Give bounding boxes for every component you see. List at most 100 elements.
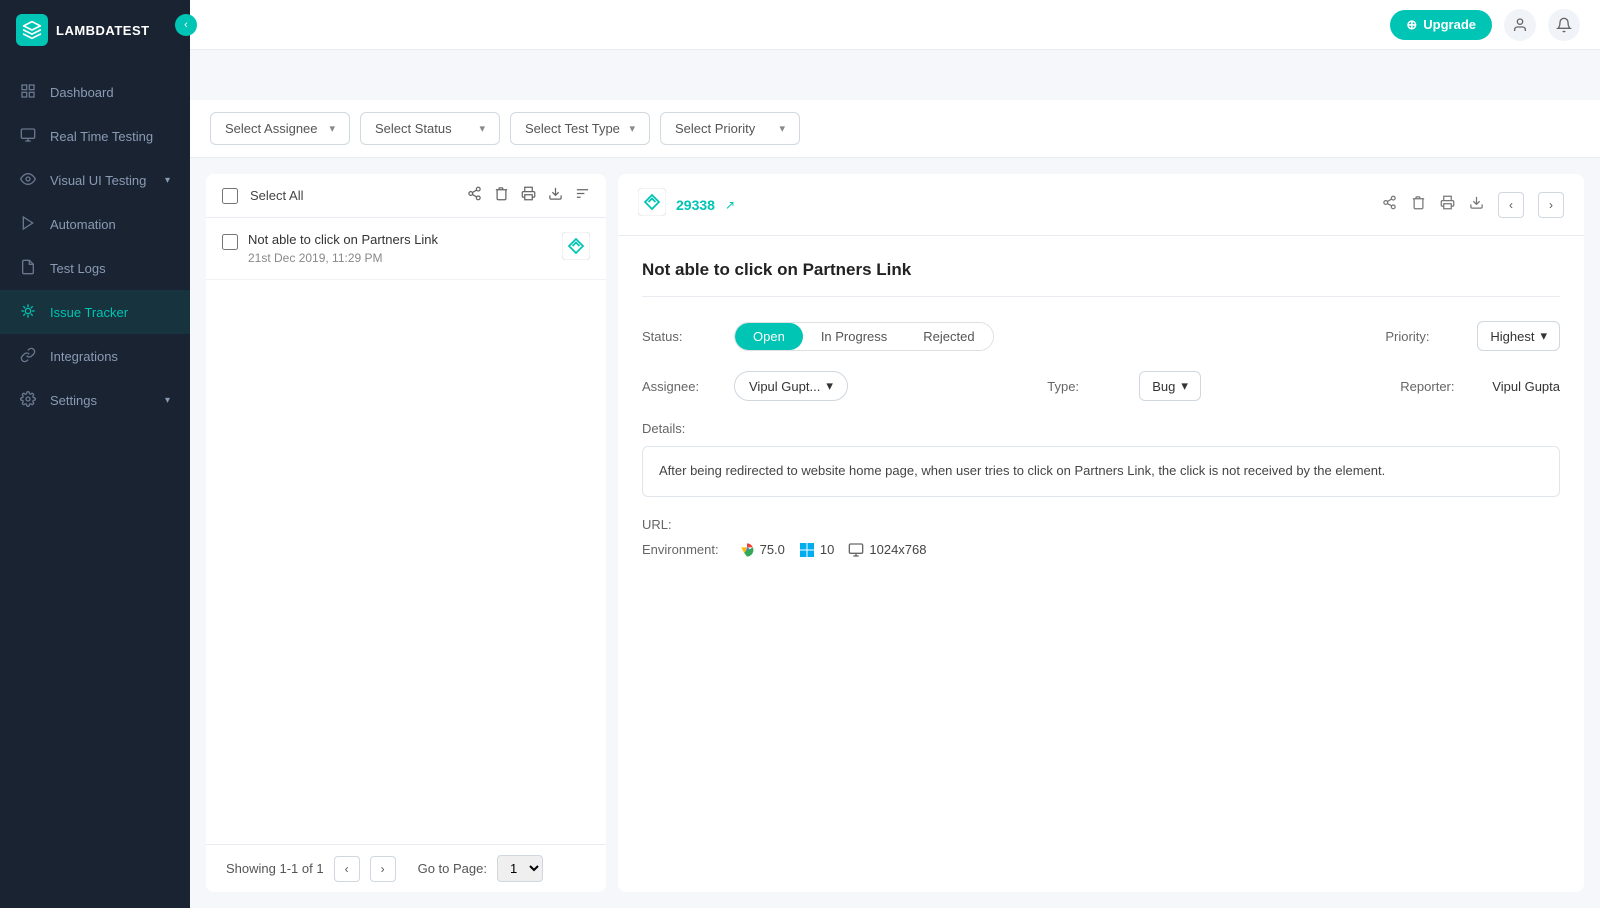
detail-body: Not able to click on Partners Link Statu… [618,236,1584,892]
type-chevron-icon: ▾ [1181,378,1188,394]
sidebar-nav: Dashboard Real Time Testing Visual UI Te… [0,60,190,908]
logo-icon [16,14,48,46]
list-toolbar: Select All [206,174,606,218]
external-link-icon[interactable]: ↗ [725,198,735,212]
priority-chevron-icon: ▾ [1540,328,1547,344]
filter-bar: Select Assignee ▾ Select Status ▾ Select… [190,100,1600,158]
chevron-down-icon-settings: ▾ [165,395,170,406]
sidebar-item-test-logs[interactable]: Test Logs [0,246,190,290]
browser-version: 75.0 [760,542,785,557]
resolution: 1024x768 [869,542,926,557]
detail-logo [638,188,666,221]
assignee-filter-label: Select Assignee [225,121,318,136]
browser-env: 75.0 [739,542,785,558]
logo-text: LAMBDATEST [56,23,150,38]
detail-prev-button[interactable]: ‹ [1498,192,1524,218]
select-all-checkbox[interactable] [222,188,238,204]
sidebar-item-label-settings: Settings [50,393,153,408]
priority-filter[interactable]: Select Priority ▾ [660,112,800,145]
share-icon[interactable] [467,186,482,205]
detail-share-icon[interactable] [1382,195,1397,214]
page-select[interactable]: 1 [497,855,543,882]
item-title: Not able to click on Partners Link [248,232,552,247]
assignee-label: Assignee: [642,379,722,394]
sidebar-item-realtime[interactable]: Real Time Testing [0,114,190,158]
page-content: Select Assignee ▾ Select Status ▾ Select… [190,100,1600,908]
reporter-value: Vipul Gupta [1492,379,1560,394]
sidebar-item-label-integrations: Integrations [50,349,170,364]
status-inprogress-button[interactable]: In Progress [803,323,905,350]
assignee-filter[interactable]: Select Assignee ▾ [210,112,350,145]
notification-icon[interactable] [1548,9,1580,41]
sidebar-item-visual-ui[interactable]: Visual UI Testing ▾ [0,158,190,202]
chrome-icon [739,542,755,558]
grid-icon [20,83,38,101]
detail-id: 29338 [676,197,715,213]
detail-issue-title: Not able to click on Partners Link [642,260,1560,297]
list-item[interactable]: Not able to click on Partners Link 21st … [206,218,606,280]
status-rejected-button[interactable]: Rejected [905,323,992,350]
resolution-env: 1024x768 [848,542,926,558]
detail-header-actions: ‹ › [1382,192,1564,218]
issue-detail-panel: 29338 ↗ [618,174,1584,892]
sidebar: LAMBDATEST ‹ Dashboard Real Time Testing [0,0,190,908]
goto-label: Go to Page: [418,861,487,876]
environment-label: Environment: [642,542,719,557]
sidebar-item-dashboard[interactable]: Dashboard [0,70,190,114]
item-checkbox[interactable] [222,234,238,250]
top-header: ⊕ Upgrade [190,0,1600,50]
assignee-type-row: Assignee: Vipul Gupt... ▾ Type: Bug ▾ Re… [642,371,1560,401]
chevron-down-icon: ▾ [165,175,170,186]
play-icon [20,215,38,233]
status-buttons: Open In Progress Rejected [734,322,994,351]
priority-value: Highest [1490,329,1534,344]
toolbar-actions [467,186,590,205]
upgrade-icon: ⊕ [1406,17,1417,33]
sidebar-item-label-test-logs: Test Logs [50,261,170,276]
detail-delete-icon[interactable] [1411,195,1426,214]
user-avatar[interactable] [1504,9,1536,41]
prev-page-button[interactable]: ‹ [334,856,360,882]
sidebar-item-integrations[interactable]: Integrations [0,334,190,378]
priority-chevron-icon: ▾ [779,122,785,135]
os-version: 10 [820,542,834,557]
main-content: ⊕ Upgrade Select Assignee ▾ Select Statu… [190,0,1600,908]
link-icon [20,347,38,365]
assignee-select[interactable]: Vipul Gupt... ▾ [734,371,848,401]
item-content: Not able to click on Partners Link 21st … [248,232,552,265]
next-page-button[interactable]: › [370,856,396,882]
priority-filter-label: Select Priority [675,121,755,136]
detail-description: After being redirected to website home p… [642,446,1560,497]
delete-icon[interactable] [494,186,509,205]
issue-list-items: Not able to click on Partners Link 21st … [206,218,606,844]
detail-header: 29338 ↗ [618,174,1584,236]
detail-download-icon[interactable] [1469,195,1484,214]
sidebar-item-label-visual: Visual UI Testing [50,173,153,188]
sidebar-item-automation[interactable]: Automation [0,202,190,246]
detail-next-button[interactable]: › [1538,192,1564,218]
test-type-filter[interactable]: Select Test Type ▾ [510,112,650,145]
detail-print-icon[interactable] [1440,195,1455,214]
priority-select[interactable]: Highest ▾ [1477,321,1560,351]
assignee-chevron-icon: ▾ [826,378,833,394]
sidebar-item-settings[interactable]: Settings ▾ [0,378,190,422]
file-icon [20,259,38,277]
sidebar-item-label-dashboard: Dashboard [50,85,170,100]
sidebar-logo: LAMBDATEST [0,0,190,60]
priority-label: Priority: [1385,329,1465,344]
panels-container: Select All [190,158,1600,908]
print-icon[interactable] [521,186,536,205]
sidebar-item-issue-tracker[interactable]: Issue Tracker [0,290,190,334]
sort-icon[interactable] [575,186,590,205]
upgrade-button[interactable]: ⊕ Upgrade [1390,10,1492,40]
environment-section: Environment: 75.0 [642,542,1560,558]
details-section: Details: After being redirected to websi… [642,421,1560,497]
download-icon[interactable] [548,186,563,205]
status-filter[interactable]: Select Status ▾ [360,112,500,145]
status-open-button[interactable]: Open [735,323,803,350]
item-date: 21st Dec 2019, 11:29 PM [248,251,552,265]
test-type-chevron-icon: ▾ [629,122,635,135]
settings-icon [20,391,38,409]
type-select[interactable]: Bug ▾ [1139,371,1201,401]
sidebar-toggle[interactable]: ‹ [175,14,197,36]
